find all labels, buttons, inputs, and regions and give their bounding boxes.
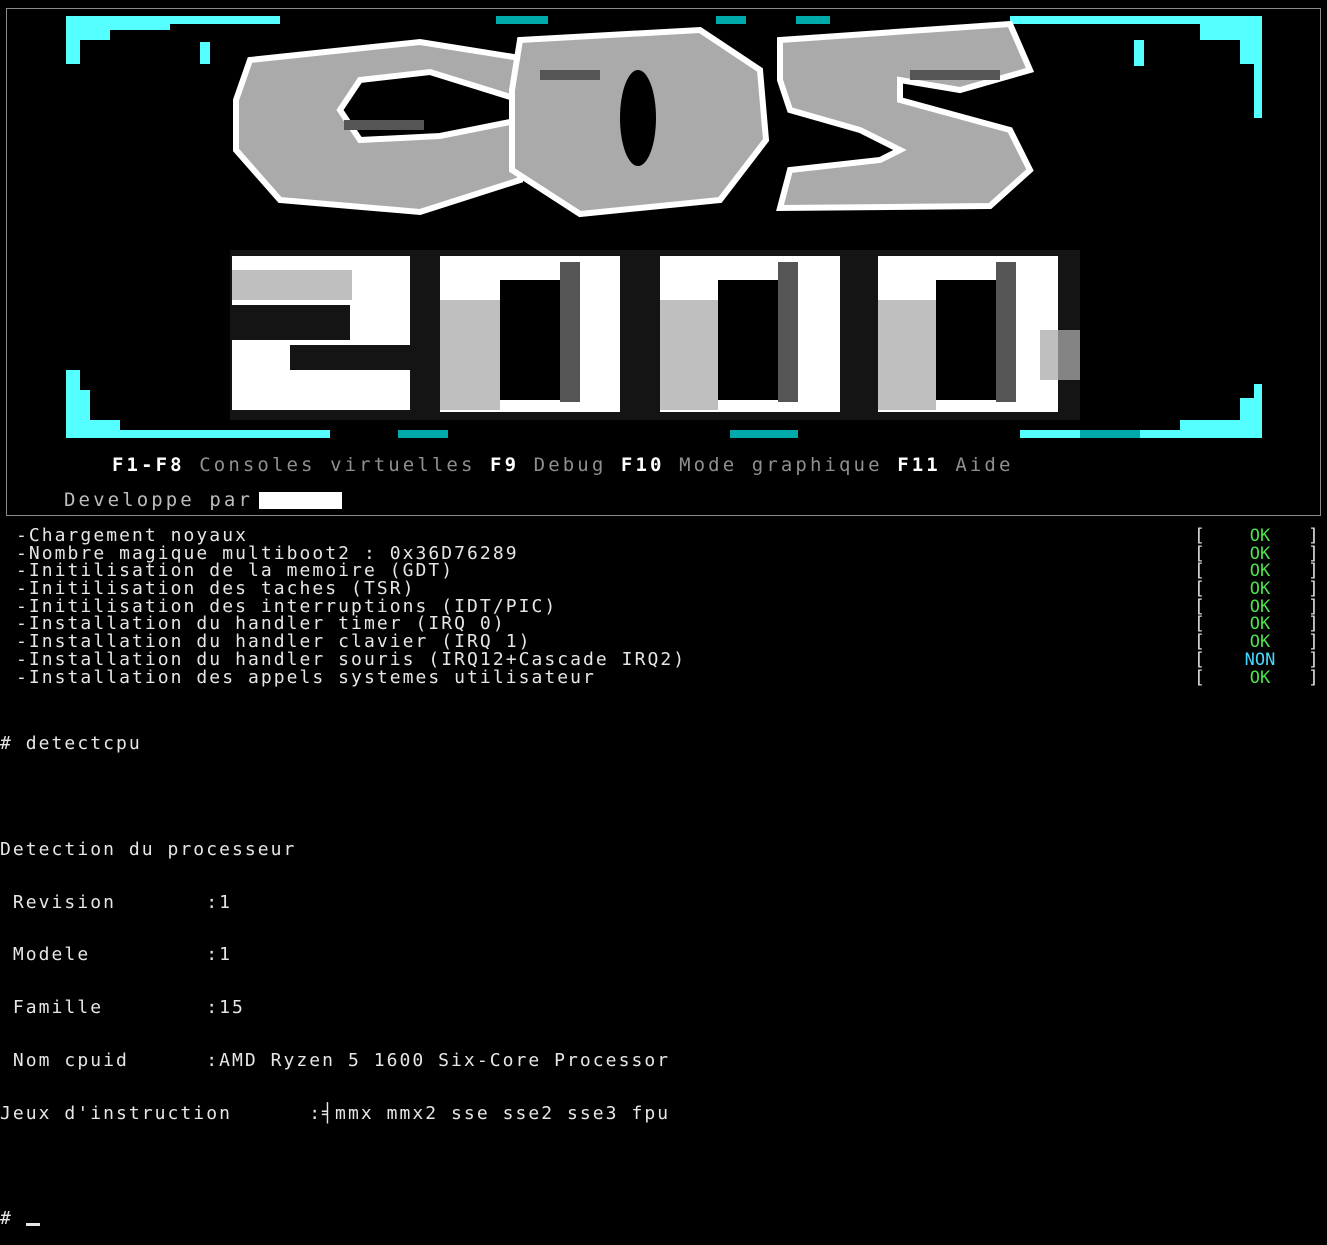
status-badge: OK — [1249, 667, 1271, 688]
function-key-help: F1-F8 Consoles virtuelles F9 Debug F10 M… — [112, 454, 1014, 476]
status-badge: NON — [1244, 649, 1276, 670]
status-badge: OK — [1249, 614, 1271, 635]
command-line: # detectcpu — [0, 733, 142, 755]
cpu-field-cpuid-name: Nom cpuid :AMD Ryzen 5 1600 Six-Core Pro… — [0, 1049, 671, 1071]
help-desc-debug: Debug — [533, 454, 607, 476]
developer-credit: Developpe par — [64, 489, 343, 511]
status-badge: OK — [1249, 632, 1271, 653]
help-key-help: F11 — [897, 454, 941, 476]
boot-step-text: -Installation des appels systemes utilis… — [16, 666, 596, 688]
boot-log: -Chargement noyaux[OK] -Nombre magique mu… — [16, 526, 1321, 688]
developer-name-redacted — [259, 492, 343, 509]
developer-label: Developpe par — [64, 489, 254, 511]
status-badge: OK — [1249, 561, 1271, 582]
status-badge: OK — [1249, 596, 1271, 617]
status-bracket-open: [ — [1194, 666, 1205, 688]
logo-2000-digits — [230, 250, 1080, 420]
help-key-graphics: F10 — [620, 454, 665, 476]
help-desc-consoles: Consoles virtuelles — [199, 454, 476, 476]
help-key-debug: F9 — [490, 454, 520, 476]
cpu-field-model: Modele :1 — [0, 944, 232, 966]
status-bracket-close: ] — [1308, 666, 1319, 688]
shell-prompt[interactable]: # — [0, 1210, 670, 1228]
status-badge: OK — [1249, 526, 1271, 546]
prompt-symbol: # — [0, 1208, 26, 1230]
boot-log-row: -Installation des appels systemes utilis… — [16, 666, 1321, 688]
status-badge: OK — [1249, 579, 1271, 600]
os-logo — [66, 16, 1262, 438]
cpu-detection-heading: Detection du processeur — [0, 838, 297, 860]
help-desc-help: Aide — [955, 454, 1014, 476]
cpu-field-instruction-sets: Jeux d'instruction :╡mmx mmx2 sse sse2 s… — [0, 1102, 671, 1124]
text-cursor — [25, 1222, 40, 1226]
status-badge: OK — [1249, 543, 1271, 564]
help-key-consoles: F1-F8 — [112, 454, 185, 476]
help-desc-graphics: Mode graphique — [679, 454, 883, 476]
cpu-field-revision: Revision :1 — [0, 891, 232, 913]
cpu-field-family: Famille :15 — [0, 997, 245, 1019]
terminal-output: # detectcpu Detection du processeur Revi… — [0, 700, 670, 1245]
